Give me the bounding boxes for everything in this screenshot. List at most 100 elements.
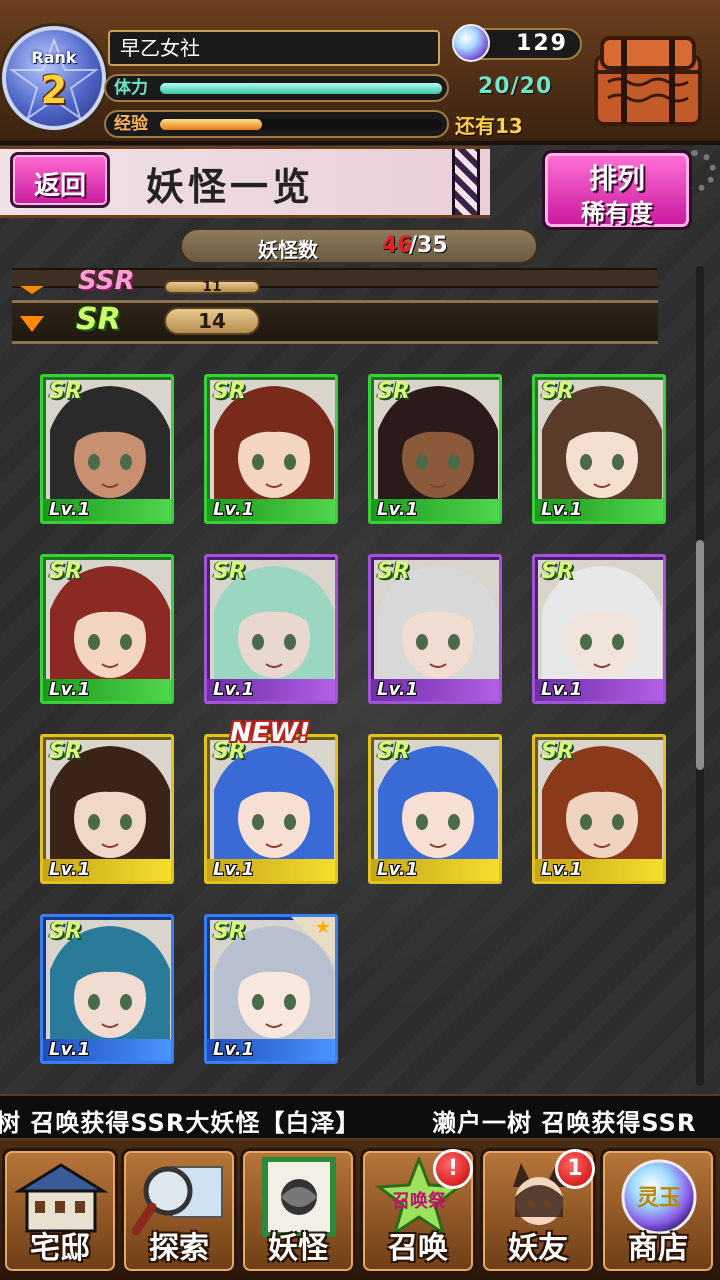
level-label: Lv.1 (541, 679, 583, 700)
rank-badge[interactable]: Rank 2 (2, 26, 106, 130)
yokai-card[interactable]: SR Lv.1 (204, 554, 338, 704)
rarity-tag: SR (213, 379, 246, 404)
nav-summon-button[interactable]: 召唤祭 召唤 ! (360, 1148, 476, 1274)
rarity-tag: SR (541, 559, 574, 584)
level-bar: Lv.1 (535, 679, 663, 701)
sort-button-value: 稀有度 (581, 199, 653, 227)
level-bar: Lv.1 (371, 679, 499, 701)
exp-remaining: 还有13 (455, 114, 523, 138)
rank-label: Rank (31, 48, 77, 67)
summon-festival-label: 召唤祭 (392, 1190, 447, 1212)
gem-counter[interactable]: 129 (452, 24, 582, 62)
gem-count: 129 (516, 31, 568, 56)
exp-label: 经验 (114, 114, 148, 134)
level-label: Lv.1 (213, 859, 255, 880)
nav-label: 宅邸 (30, 1231, 90, 1266)
yokai-card[interactable]: SR ★ Lv.1 (204, 914, 338, 1064)
yokai-card[interactable]: SR Lv.1 (368, 734, 502, 884)
level-bar: Lv.1 (207, 499, 335, 521)
level-bar: Lv.1 (371, 859, 499, 881)
yokai-card[interactable]: SR Lv.1 (204, 374, 338, 524)
level-bar: Lv.1 (207, 679, 335, 701)
yokai-card[interactable]: SR Lv.1 (40, 914, 174, 1064)
rarity-tag: SR (541, 379, 574, 404)
yokai-card[interactable]: SR Lv.1 (204, 734, 338, 884)
nav-yokai-button[interactable]: 妖怪 (240, 1148, 356, 1274)
stamina-value: 20/20 (478, 74, 553, 99)
level-bar: Lv.1 (43, 859, 171, 881)
rank-value: 2 (40, 68, 68, 112)
yokai-card[interactable]: SR Lv.1 (40, 374, 174, 524)
yokai-card[interactable]: SR Lv.1 (40, 554, 174, 704)
announcement-ticker: 树 召唤获得SSR大妖怪【白泽】 濑户一树 召唤获得SSR (0, 1094, 720, 1140)
nav-label: 妖友 (508, 1231, 568, 1266)
nav-shop-button[interactable]: 灵玉 商店 (600, 1148, 716, 1274)
level-label: Lv.1 (541, 499, 583, 520)
level-bar: Lv.1 (43, 1039, 171, 1061)
yokai-card[interactable]: SR Lv.1 (532, 734, 666, 884)
level-label: Lv.1 (377, 679, 419, 700)
level-label: Lv.1 (377, 859, 419, 880)
rarity-tag: SR (49, 379, 82, 404)
sr-rarity-label: SR (76, 302, 121, 337)
game-screen: Rank 2 早乙女社 129 体力 20/20 经验 还有13 返回 妖怪一览… (0, 0, 720, 1280)
level-label: Lv.1 (541, 859, 583, 880)
nav-friends-button[interactable]: 妖友 1 (480, 1148, 596, 1274)
rarity-tag: SR (49, 739, 82, 764)
nav-label: 商店 (628, 1231, 688, 1266)
level-label: Lv.1 (377, 499, 419, 520)
ticker-message: 树 召唤获得SSR大妖怪【白泽】 (0, 1109, 361, 1137)
yokai-card[interactable]: SR Lv.1 (368, 374, 502, 524)
scrollbar-thumb[interactable] (696, 540, 704, 770)
page-title: 妖怪一览 (146, 164, 315, 209)
notification-badge: ! (433, 1149, 473, 1189)
level-label: Lv.1 (213, 679, 255, 700)
yokai-card[interactable]: SR Lv.1 (532, 374, 666, 524)
treasure-chest-icon[interactable] (588, 30, 708, 130)
level-bar: Lv.1 (207, 1039, 335, 1061)
player-name: 早乙女社 (108, 30, 440, 66)
sort-button-label: 排列 (588, 162, 645, 195)
exp-fill (160, 119, 262, 130)
nav-label: 探索 (149, 1231, 209, 1266)
gem-icon (452, 24, 490, 62)
rarity-tag: SR (377, 379, 410, 404)
star-icon: ★ (314, 917, 331, 938)
rarity-tag: SR (49, 919, 82, 944)
stamina-fill (160, 83, 442, 94)
rarity-tag: SR (49, 559, 82, 584)
nav-label: 召唤 (388, 1231, 448, 1266)
nav-mansion-button[interactable]: 宅邸 (2, 1148, 118, 1274)
collapse-arrow-icon[interactable] (20, 286, 44, 294)
yokai-card[interactable]: SR Lv.1 (40, 734, 174, 884)
level-bar: Lv.1 (535, 499, 663, 521)
exp-bar: 经验 (104, 110, 449, 138)
stamina-bar: 体力 (104, 74, 449, 102)
yokai-card[interactable]: SR Lv.1 (532, 554, 666, 704)
notification-badge: 1 (555, 1149, 595, 1189)
spirit-jade-label: 灵玉 (637, 1186, 681, 1211)
rarity-tag: SR (213, 919, 246, 944)
sort-button[interactable]: 排列 稀有度 (542, 150, 692, 230)
level-bar: Lv.1 (43, 679, 171, 701)
rarity-tag: SR (377, 739, 410, 764)
new-badge: NEW! (230, 718, 311, 748)
ticker-message: 濑户一树 召唤获得SSR (432, 1109, 697, 1137)
back-button[interactable]: 返回 (10, 152, 110, 208)
rarity-tag: SR (377, 559, 410, 584)
level-label: Lv.1 (49, 679, 91, 700)
collapse-arrow-icon[interactable] (20, 316, 44, 332)
yokai-count: 妖怪数 46 /35 (180, 228, 538, 264)
level-bar: Lv.1 (371, 499, 499, 521)
level-bar: Lv.1 (207, 859, 335, 881)
yokai-count-max: /35 (409, 233, 448, 258)
level-label: Lv.1 (49, 499, 91, 520)
stamina-label: 体力 (114, 78, 148, 98)
yokai-card[interactable]: SR Lv.1 (368, 554, 502, 704)
ssr-rarity-label: SSR (78, 266, 135, 296)
nav-explore-button[interactable]: 探索 (121, 1148, 237, 1274)
yokai-count-label: 妖怪数 (258, 238, 318, 262)
back-button-label: 返回 (33, 171, 86, 201)
level-label: Lv.1 (213, 1039, 255, 1060)
level-label: Lv.1 (49, 859, 91, 880)
